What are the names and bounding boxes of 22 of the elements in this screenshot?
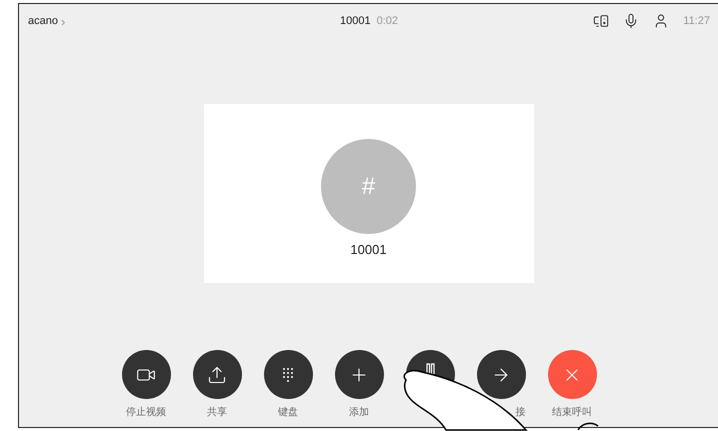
call-duration: 0:02	[376, 15, 398, 27]
button-label: 结束呼叫	[552, 406, 592, 417]
button-label: 添加	[349, 406, 369, 417]
call-number: 10001	[340, 15, 371, 27]
keypad-icon	[282, 366, 294, 382]
share-button[interactable]	[192, 350, 242, 399]
hand-edge-drawing	[577, 421, 599, 430]
add-button[interactable]	[334, 350, 384, 399]
transfer-button[interactable]	[476, 350, 526, 399]
button-label: 键盘	[278, 406, 298, 417]
share-icon	[207, 364, 227, 384]
end-call-button[interactable]	[548, 350, 596, 399]
menu-label[interactable]: acano	[28, 15, 58, 27]
avatar: #	[321, 139, 416, 234]
pause-icon	[426, 363, 434, 374]
button-label: 共享	[207, 406, 227, 417]
keypad-button[interactable]	[264, 350, 312, 399]
video-button[interactable]	[122, 350, 170, 399]
caller-number: 10001	[350, 242, 387, 257]
button-label: 接	[516, 406, 526, 417]
clock-time: 11:27	[683, 15, 710, 27]
button-label: 停止视频	[126, 406, 166, 417]
